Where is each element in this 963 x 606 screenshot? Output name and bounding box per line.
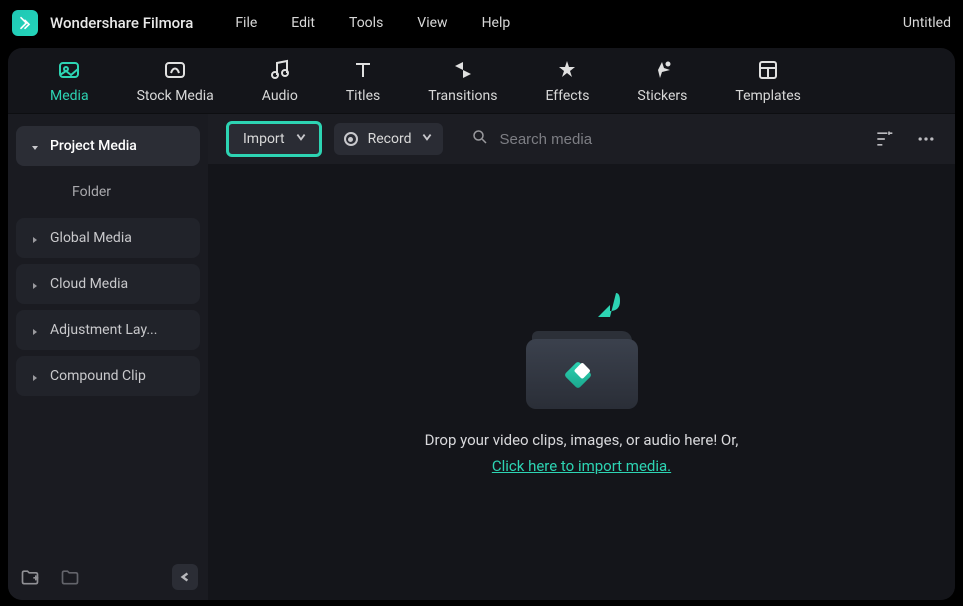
audio-icon [268, 58, 292, 82]
transitions-icon [451, 58, 475, 82]
tab-audio[interactable]: Audio [262, 58, 298, 104]
content-area: Import Record [208, 114, 955, 600]
body-row: Project Media Folder Global Media Cloud … [8, 114, 955, 600]
chevron-right-icon [30, 279, 40, 289]
search-icon [471, 128, 489, 150]
tab-label: Media [50, 88, 89, 104]
dropzone-text: Drop your video clips, images, or audio … [425, 431, 739, 449]
tab-label: Stickers [637, 88, 687, 104]
tab-transitions[interactable]: Transitions [428, 58, 497, 104]
tab-stock-media[interactable]: Stock Media [137, 58, 214, 104]
main-panel: Media Stock Media Audio Titles Transitio… [8, 48, 955, 600]
tab-label: Templates [735, 88, 801, 104]
tab-media[interactable]: Media [50, 58, 89, 104]
sidebar-item-adjustment-layer[interactable]: Adjustment Lay... [16, 310, 200, 350]
media-dropzone[interactable]: Drop your video clips, images, or audio … [208, 164, 955, 600]
menu-file[interactable]: File [235, 15, 257, 31]
app-name: Wondershare Filmora [50, 14, 193, 32]
new-folder-button[interactable] [18, 565, 42, 589]
tab-label: Stock Media [137, 88, 214, 104]
record-dropdown[interactable]: Record [334, 123, 444, 155]
search-input[interactable] [499, 131, 759, 148]
tab-templates[interactable]: Templates [735, 58, 801, 104]
sidebar-item-label: Cloud Media [50, 276, 128, 292]
media-icon [57, 58, 81, 82]
import-media-link[interactable]: Click here to import media. [492, 457, 671, 475]
sidebar-item-label: Project Media [50, 138, 137, 154]
menu-bar: File Edit Tools View Help [235, 15, 510, 31]
content-toolbar: Import Record [208, 114, 955, 164]
chevron-down-icon [30, 141, 40, 151]
import-label: Import [243, 131, 285, 147]
sidebar-item-compound-clip[interactable]: Compound Clip [16, 356, 200, 396]
effects-icon [555, 58, 579, 82]
folder-import-icon [522, 289, 642, 409]
chevron-right-icon [30, 233, 40, 243]
chevron-down-icon [421, 131, 433, 147]
tab-effects[interactable]: Effects [545, 58, 589, 104]
tab-stickers[interactable]: Stickers [637, 58, 687, 104]
chevron-right-icon [30, 325, 40, 335]
folder-button[interactable] [58, 565, 82, 589]
filter-button[interactable] [873, 128, 895, 150]
titles-icon [351, 58, 375, 82]
tab-titles[interactable]: Titles [346, 58, 380, 104]
sidebar-item-label: Folder [72, 184, 111, 200]
menu-help[interactable]: Help [482, 15, 511, 31]
menu-tools[interactable]: Tools [349, 15, 383, 31]
templates-icon [756, 58, 780, 82]
tab-label: Effects [545, 88, 589, 104]
search-field[interactable] [455, 128, 861, 150]
top-tabs: Media Stock Media Audio Titles Transitio… [8, 48, 955, 114]
record-icon [344, 132, 358, 146]
sidebar-item-label: Adjustment Lay... [50, 322, 157, 338]
sidebar-item-label: Compound Clip [50, 368, 146, 384]
tab-label: Titles [346, 88, 380, 104]
title-bar: Wondershare Filmora File Edit Tools View… [0, 0, 963, 46]
sidebar-item-global-media[interactable]: Global Media [16, 218, 200, 258]
sidebar-item-folder[interactable]: Folder [16, 172, 200, 212]
import-dropdown[interactable]: Import [226, 121, 322, 157]
document-title: Untitled [903, 15, 951, 31]
sidebar-footer [18, 564, 198, 590]
menu-edit[interactable]: Edit [291, 15, 315, 31]
more-options-button[interactable] [915, 128, 937, 150]
tab-label: Transitions [428, 88, 497, 104]
sidebar-item-label: Global Media [50, 230, 132, 246]
sidebar-item-cloud-media[interactable]: Cloud Media [16, 264, 200, 304]
toolbar-right [873, 128, 937, 150]
chevron-down-icon [295, 131, 307, 147]
menu-view[interactable]: View [417, 15, 447, 31]
chevron-right-icon [30, 371, 40, 381]
stickers-icon [650, 58, 674, 82]
collapse-sidebar-button[interactable] [172, 564, 198, 590]
tab-label: Audio [262, 88, 298, 104]
sidebar-item-project-media[interactable]: Project Media [16, 126, 200, 166]
stock-media-icon [163, 58, 187, 82]
record-label: Record [368, 131, 412, 147]
app-logo [12, 10, 38, 36]
sidebar: Project Media Folder Global Media Cloud … [8, 114, 208, 600]
